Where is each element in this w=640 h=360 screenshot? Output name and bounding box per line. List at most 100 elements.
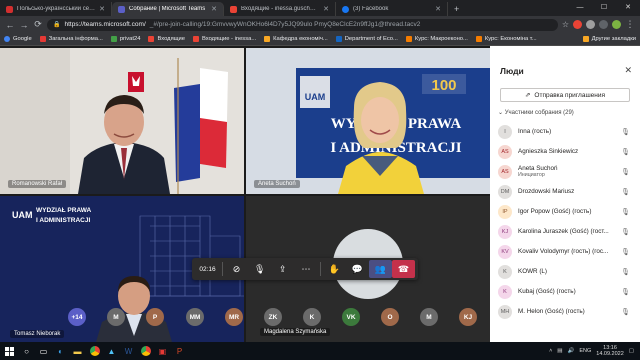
chevron-up-icon[interactable]: ˄ — [549, 348, 552, 354]
bookmark-favicon-icon — [110, 36, 117, 42]
participant-avatar[interactable]: K — [303, 308, 321, 326]
back-arrow-icon[interactable]: ← — [5, 20, 15, 30]
search-icon[interactable]: ○ — [19, 344, 34, 359]
participant-avatar[interactable]: M — [420, 308, 438, 326]
participant-row[interactable]: I Inna (гость) 🎙 — [498, 122, 638, 142]
tab-close-icon[interactable]: ✕ — [99, 5, 105, 13]
extension-icon[interactable] — [573, 20, 582, 29]
other-bookmarks[interactable]: Другие закладки — [582, 36, 636, 42]
bookmark-star-icon[interactable]: ☆ — [562, 20, 569, 29]
send-invite-button[interactable]: ⇗ Отправка приглашения — [500, 88, 630, 102]
task-view-icon[interactable]: ▭ — [36, 344, 51, 359]
mic-off-icon[interactable]: 🎙 — [248, 260, 271, 278]
windows-start-icon[interactable] — [0, 342, 18, 360]
uam-logo: UAM — [305, 92, 326, 102]
language-indicator[interactable]: ENG — [579, 348, 591, 354]
participant-row[interactable]: KV Kovaliv Volodymyr (гость) (гос... 🎙 — [498, 242, 638, 262]
bookmark-favicon-icon — [335, 36, 342, 42]
maximize-icon[interactable]: ☐ — [592, 0, 616, 16]
participant-avatar[interactable]: ZK — [264, 308, 282, 326]
participant-list: I Inna (гость) 🎙 AS Agnieszka Sinkiewicz… — [498, 122, 638, 322]
participant-row[interactable]: K KOWR (L) 🎙 — [498, 262, 638, 282]
people-panel: Люди ✕ ⇗ Отправка приглашения ⌄ Участник… — [490, 46, 640, 342]
photos-icon[interactable]: ▲ — [104, 344, 119, 359]
browser-tab[interactable]: Входящие - inessa.guscha@gm ✕ — [224, 2, 336, 16]
participant-row[interactable]: MH M. Helon (Gość) (гость) 🎙 — [498, 302, 638, 322]
divider — [319, 262, 321, 276]
more-options-icon[interactable]: ⋯ — [294, 260, 317, 278]
hang-up-icon[interactable]: ☎ — [391, 260, 415, 278]
bookmark-label: Курс: Економіна т... — [484, 36, 537, 42]
tab-close-icon[interactable]: ✕ — [323, 5, 329, 13]
bookmark-item[interactable]: Google — [4, 36, 32, 42]
reload-icon[interactable]: ⟳ — [33, 19, 43, 30]
participant-row[interactable]: K Kubaj (Gość) (гость) 🎙 — [498, 282, 638, 302]
participant-avatar[interactable]: P — [146, 308, 164, 326]
chat-icon[interactable]: 💬 — [346, 260, 369, 278]
acrobat-icon[interactable]: ▣ — [155, 344, 170, 359]
close-panel-icon[interactable]: ✕ — [624, 65, 632, 76]
bookmark-item[interactable]: privat24 — [110, 36, 141, 42]
bookmark-item[interactable]: Входящие - inessa... — [192, 36, 256, 42]
participant-video-feed — [0, 48, 244, 194]
bookmark-item[interactable]: Department of Eco... — [335, 36, 398, 42]
participant-name: Karolina Juraszek (Gość) (гост... — [518, 228, 609, 236]
participant-avatar[interactable]: M — [107, 308, 125, 326]
network-icon[interactable]: ▤ — [557, 348, 562, 354]
participant-name: Agnieszka Sinkiewicz — [518, 148, 579, 156]
tab-close-icon[interactable]: ✕ — [211, 5, 217, 13]
browser-tab[interactable]: (3) Facebook ✕ — [336, 2, 448, 16]
participant-name: Igor Popow (Gość) (гость) — [518, 208, 592, 216]
bookmark-item[interactable]: Курс: Макроеконо... — [405, 36, 468, 42]
url-field[interactable]: 🔒 https://teams.microsoft.com/_#/pre-joi… — [47, 18, 558, 31]
browser-menu-icon[interactable]: ⋮ — [625, 19, 635, 30]
forward-arrow-icon[interactable]: → — [19, 20, 29, 30]
edge-icon[interactable]: ◐ — [53, 344, 68, 359]
more-participants-badge[interactable]: +14 — [68, 308, 86, 326]
share-screen-icon[interactable]: ⇪ — [271, 260, 294, 278]
participant-avatar[interactable]: O — [381, 308, 399, 326]
video-tile[interactable]: Romanowski Rafał — [0, 48, 244, 194]
chrome-icon[interactable] — [87, 344, 102, 359]
participant-avatar[interactable]: KJ — [459, 308, 477, 326]
browser-tab[interactable]: Польсько-українсський семінар ✕ — [0, 2, 112, 16]
participant-name: Drozdowski Mariusz — [518, 188, 575, 196]
participants-section-header[interactable]: ⌄ Участники собрания (29) — [498, 109, 574, 116]
clock[interactable]: 13:16 14.09.2022 — [596, 345, 624, 358]
bookmark-item[interactable]: Кафедра економіч... — [264, 36, 328, 42]
volume-icon[interactable]: 🔊 — [567, 348, 574, 354]
file-explorer-icon[interactable]: ▬ — [70, 344, 85, 359]
participant-row[interactable]: IP Igor Popow (Gość) (гость) 🎙 — [498, 202, 638, 222]
bookmark-item[interactable]: Загальна інформа... — [39, 36, 103, 42]
powerpoint-icon[interactable]: P — [172, 344, 187, 359]
camera-off-icon[interactable]: ⊘ — [225, 260, 248, 278]
bookmark-item[interactable]: Курс: Економіна т... — [475, 36, 537, 42]
bookmark-favicon-icon — [405, 36, 412, 42]
bookmark-label: privat24 — [119, 36, 141, 42]
puzzle-extensions-icon[interactable] — [599, 20, 608, 29]
participants-icon[interactable]: 👥 — [368, 260, 392, 278]
participant-avatar[interactable]: VK — [342, 308, 360, 326]
participant-row[interactable]: KJ Karolina Juraszek (Gość) (гост... 🎙 — [498, 222, 638, 242]
participant-avatar[interactable]: MR — [225, 308, 243, 326]
participant-avatar[interactable]: MM — [186, 308, 204, 326]
extension-icon[interactable] — [586, 20, 595, 29]
address-bar-row: ← → ⟳ 🔒 https://teams.microsoft.com/_#/p… — [0, 16, 640, 33]
new-tab-plus-icon[interactable]: + — [448, 2, 465, 16]
video-tile[interactable]: UAM 100 WYDZIAŁ PRAWA I ADMINISTRACJI An… — [246, 48, 490, 194]
notifications-icon[interactable]: ▢ — [629, 348, 634, 354]
minimize-icon[interactable]: — — [568, 0, 592, 16]
browser-tab-active[interactable]: Собрание | Microsoft Teams ✕ — [112, 2, 224, 16]
close-window-icon[interactable]: ✕ — [616, 0, 640, 16]
tab-close-icon[interactable]: ✕ — [435, 5, 441, 13]
participant-row[interactable]: AS Agnieszka Sinkiewicz 🎙 — [498, 142, 638, 162]
raise-hand-icon[interactable]: ✋ — [322, 260, 345, 278]
bookmark-item[interactable]: Входящие — [148, 36, 185, 42]
profile-avatar-icon[interactable] — [612, 20, 621, 29]
gmail-favicon-icon — [230, 5, 237, 13]
chrome-icon[interactable] — [138, 344, 153, 359]
bookmark-label: Google — [13, 36, 32, 42]
word-icon[interactable]: W — [121, 344, 136, 359]
participant-row[interactable]: AS Aneta Suchoń Инициатор 🎙 — [498, 162, 638, 182]
participant-row[interactable]: DM Drozdowski Mariusz 🎙 — [498, 182, 638, 202]
